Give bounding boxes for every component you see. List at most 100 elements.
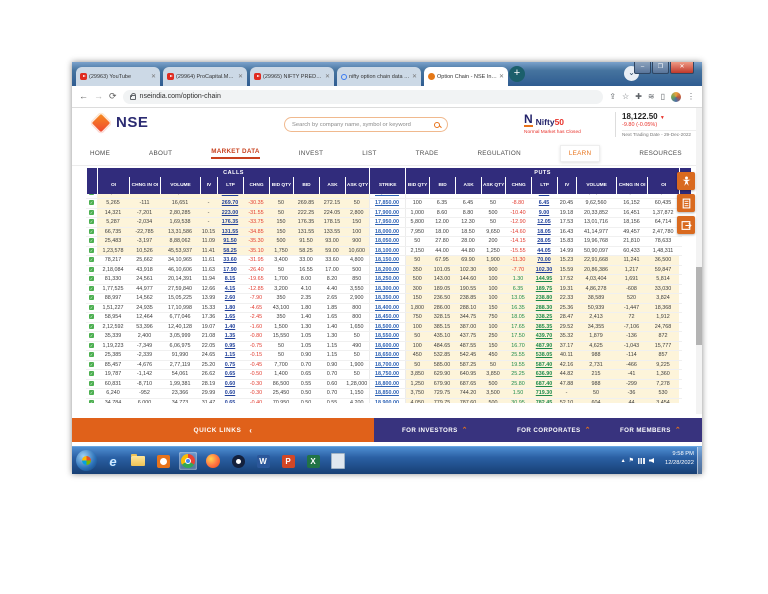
footer-for-members[interactable]: FOR MEMBERS ⌃ — [620, 418, 681, 442]
chart-checkbox-icon[interactable]: ✓ — [89, 285, 94, 291]
tab-youtube[interactable]: (29963) YouTube ✕ — [76, 67, 160, 86]
ltp-link[interactable]: 238.80 — [531, 293, 557, 304]
side-panel-icon[interactable]: ▯ — [661, 92, 665, 101]
ltp-link[interactable]: 0.75 — [217, 360, 243, 370]
taskbar-powerpoint-icon[interactable]: P — [279, 452, 297, 470]
ltp-link[interactable]: 0.65 — [217, 398, 243, 403]
ltp-link[interactable]: 1.35 — [217, 331, 243, 342]
close-tab-icon[interactable]: ✕ — [151, 73, 156, 80]
chart-checkbox-icon[interactable]: ✓ — [89, 228, 94, 234]
taskbar-media-player-icon[interactable] — [154, 452, 172, 470]
close-tab-icon[interactable]: ✕ — [499, 73, 504, 80]
strike-link[interactable]: 18,050.00 — [368, 236, 406, 247]
strike-link[interactable]: 18,000.00 — [368, 227, 406, 237]
ltp-link[interactable]: 44.05 — [531, 246, 557, 256]
footer-for-corporates[interactable]: FOR CORPORATES ⌃ — [517, 418, 591, 442]
nav-learn[interactable]: LEARN — [559, 145, 601, 162]
new-tab-button[interactable]: + — [509, 66, 525, 82]
chart-checkbox-icon[interactable]: ✓ — [89, 323, 94, 329]
taskbar-clock[interactable]: 9:58 PM 12/28/2022 — [665, 450, 694, 469]
accessibility-button[interactable] — [677, 172, 695, 190]
ltp-link[interactable]: 587.40 — [531, 360, 557, 370]
volume-icon[interactable] — [649, 458, 654, 463]
nav-invest[interactable]: INVEST — [299, 150, 324, 157]
ltp-link[interactable]: 176.35 — [217, 217, 243, 228]
strike-link[interactable]: 18,850.00 — [368, 388, 406, 399]
quick-links[interactable]: QUICK LINKS ‹ — [72, 418, 374, 442]
close-tab-icon[interactable]: ✕ — [412, 73, 417, 80]
taskbar-file-explorer-icon[interactable] — [129, 452, 147, 470]
search-icon[interactable] — [434, 121, 440, 128]
close-button[interactable]: ✕ — [670, 62, 694, 74]
ltp-link[interactable]: 1.65 — [217, 312, 243, 323]
tab-nifty-prediction[interactable]: (29965) NIFTY PREDICTION ✕ — [250, 67, 334, 86]
ltp-link[interactable]: 385.35 — [531, 322, 557, 332]
strike-link[interactable]: 18,450.00 — [368, 312, 406, 323]
taskbar-internet-explorer-icon[interactable]: e — [104, 452, 122, 470]
taskbar-firefox-icon[interactable] — [204, 452, 222, 470]
tab-search-results[interactable]: nifty option chain data - S ✕ — [337, 67, 421, 86]
strike-link[interactable]: 18,250.00 — [368, 274, 406, 285]
ltp-link[interactable]: 102.30 — [531, 265, 557, 275]
ltp-link[interactable]: 8.15 — [217, 274, 243, 285]
chart-checkbox-icon[interactable]: ✓ — [89, 276, 94, 281]
strike-link[interactable]: 18,600.00 — [368, 341, 406, 351]
chart-checkbox-icon[interactable]: ✓ — [89, 238, 94, 243]
strike-link[interactable]: 18,650.00 — [368, 350, 406, 361]
ltp-link[interactable]: 2.60 — [217, 293, 243, 304]
network-icon[interactable] — [638, 457, 645, 464]
ltp-link[interactable]: 1.40 — [217, 322, 243, 332]
strike-link[interactable]: 17,850.00 — [368, 198, 406, 209]
ltp-link[interactable]: 91.50 — [217, 236, 243, 247]
chart-checkbox-icon[interactable]: ✓ — [89, 295, 94, 300]
ltp-link[interactable]: 144.95 — [531, 274, 557, 285]
chart-checkbox-icon[interactable]: ✓ — [89, 304, 94, 310]
chart-checkbox-icon[interactable]: ✓ — [89, 390, 94, 395]
scrollbar-thumb[interactable] — [696, 267, 702, 345]
taskbar-vlc-icon[interactable] — [229, 452, 247, 470]
refresh-icon[interactable]: ⟳ — [109, 92, 117, 101]
ltp-link[interactable]: 12.05 — [531, 217, 557, 228]
nav-regulation[interactable]: REGULATION — [477, 150, 520, 157]
strike-link[interactable]: 18,150.00 — [368, 255, 406, 266]
nav-market-data[interactable]: MARKET DATA — [211, 148, 260, 159]
ltp-link[interactable]: 70.00 — [531, 255, 557, 266]
show-desktop-button[interactable] — [697, 447, 702, 474]
chart-checkbox-icon[interactable]: ✓ — [89, 371, 94, 376]
chart-checkbox-icon[interactable]: ✓ — [89, 361, 94, 367]
tab-option-chain-active[interactable]: Option Chain - NSE India ✕ — [424, 67, 508, 86]
chart-checkbox-icon[interactable]: ✓ — [89, 200, 94, 205]
nav-about[interactable]: ABOUT — [149, 150, 172, 157]
chevron-left-icon[interactable]: ‹ — [249, 426, 252, 435]
tray-flag-icon[interactable]: ⚑ — [629, 457, 634, 464]
ltp-link[interactable]: 1.80 — [217, 303, 243, 313]
back-icon[interactable]: ← — [79, 92, 88, 101]
ltp-link[interactable]: 782.45 — [531, 398, 557, 403]
taskbar-chrome-icon[interactable] — [179, 452, 197, 470]
ltp-link[interactable]: 1.15 — [217, 350, 243, 361]
ltp-link[interactable]: 636.90 — [531, 369, 557, 380]
chart-checkbox-icon[interactable]: ✓ — [89, 333, 94, 338]
share-icon[interactable]: ⇪ — [609, 92, 616, 101]
ltp-link[interactable]: 439.70 — [531, 331, 557, 342]
strike-link[interactable]: 18,400.00 — [368, 303, 406, 313]
ltp-link[interactable]: 6.45 — [531, 198, 557, 209]
chart-checkbox-icon[interactable]: ✓ — [89, 399, 94, 403]
chart-checkbox-icon[interactable]: ✓ — [89, 314, 94, 319]
reading-list-icon[interactable]: ≋ — [648, 92, 655, 101]
nse-logo[interactable]: NSE — [89, 111, 148, 134]
address-bar[interactable]: nseindia.com/option-chain — [122, 89, 604, 104]
chart-checkbox-icon[interactable]: ✓ — [89, 342, 94, 348]
strike-link[interactable]: 18,750.00 — [368, 369, 406, 380]
extensions-icon[interactable]: ✚ — [635, 92, 642, 101]
strike-link[interactable]: 17,900.00 — [368, 208, 406, 218]
minimize-button[interactable]: – — [634, 62, 651, 74]
profile-avatar[interactable] — [671, 91, 681, 102]
ltp-link[interactable]: 223.00 — [217, 208, 243, 218]
ltp-link[interactable]: 0.65 — [217, 369, 243, 380]
forward-icon[interactable]: → — [94, 92, 103, 101]
strike-link[interactable]: 18,300.00 — [368, 284, 406, 294]
close-tab-icon[interactable]: ✕ — [325, 73, 330, 80]
ltp-link[interactable]: 9.00 — [531, 208, 557, 218]
taskbar-calculator-icon[interactable] — [329, 452, 347, 470]
